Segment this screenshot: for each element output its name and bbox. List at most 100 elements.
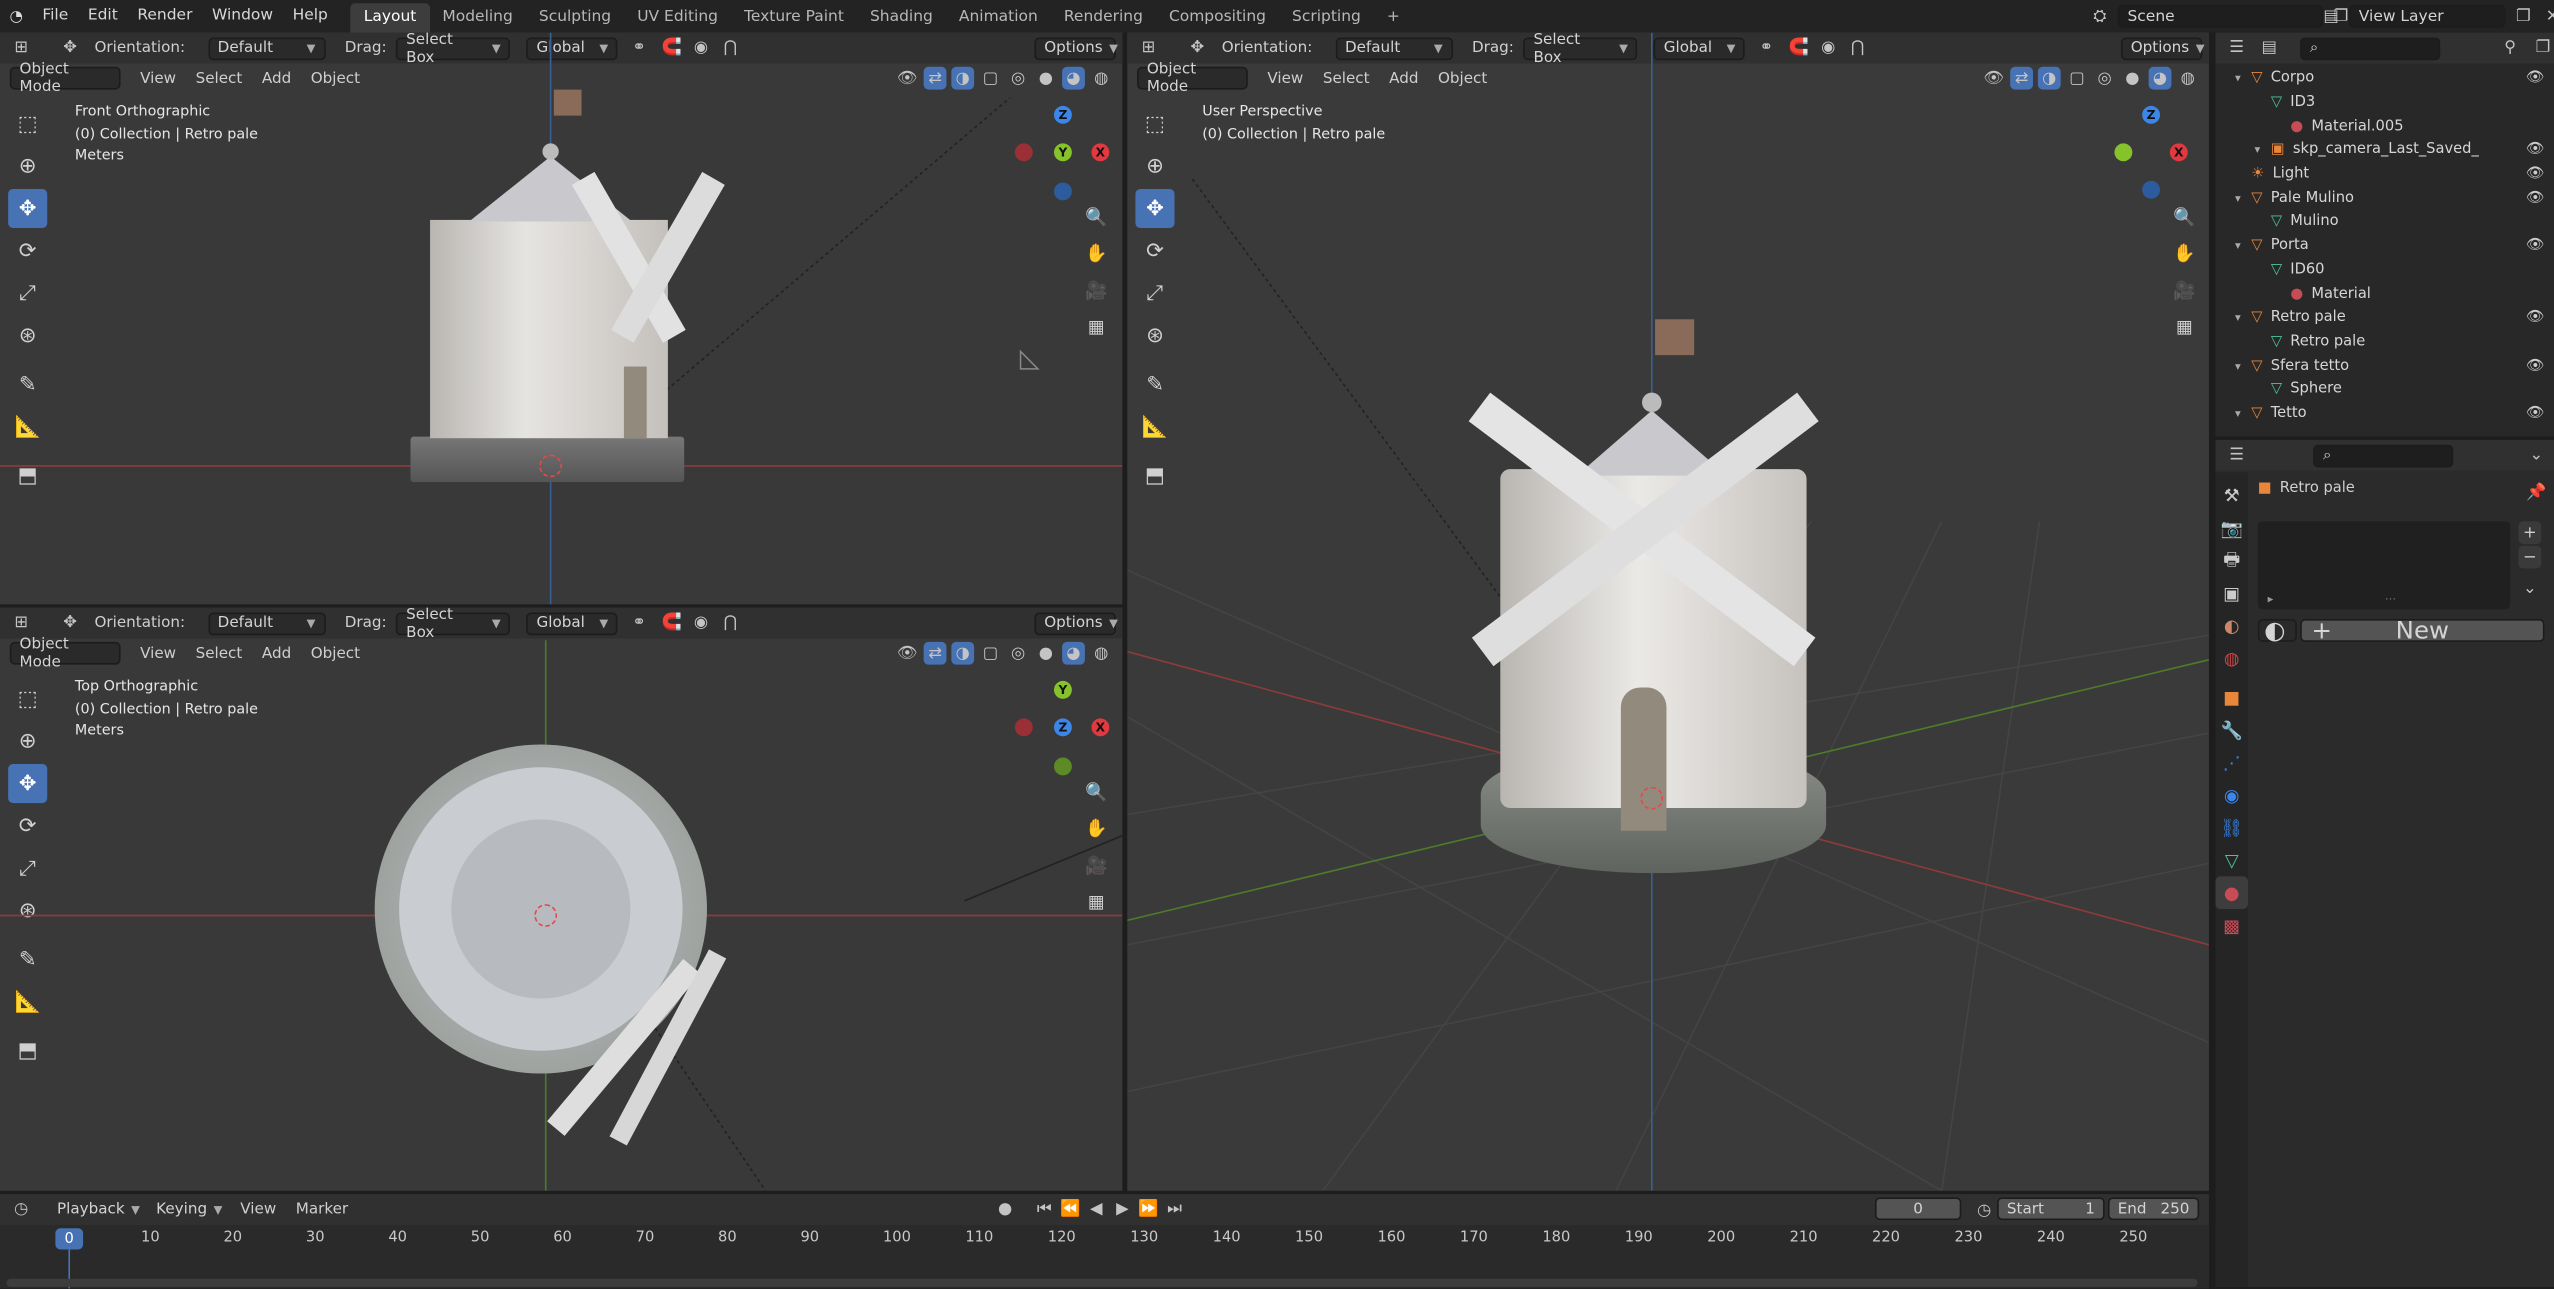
record-icon[interactable]: ● [994,1197,1017,1220]
zoom-icon[interactable]: 🔍 [2170,202,2199,231]
scene-tab-icon[interactable]: ◐ [2215,609,2248,642]
blender-logo-icon[interactable]: ◔ [0,0,33,33]
gizmo-neg-z-axis[interactable] [2142,180,2161,199]
start-frame-field[interactable]: Start 1 [1997,1197,2105,1221]
prev-keyframe-icon[interactable]: ⏪ [1059,1197,1082,1220]
outliner-row[interactable]: ▽ Sphere [2215,378,2554,402]
camera-view-icon[interactable]: 🎥 [2170,275,2199,304]
add-slot-button[interactable]: + [2518,521,2542,545]
viewport-top[interactable]: ⊞ ✥ Orientation: Default ▼ Drag: Select B… [0,607,1123,1191]
visibility-eye-icon[interactable]: 👁 [2526,358,2545,374]
outliner-row[interactable]: ▾ ▽ Porta 👁 [2215,234,2554,258]
expand-toggle-icon[interactable]: ▾ [2235,359,2251,372]
chevron-down-icon[interactable]: ⌄ [2525,444,2548,467]
gizmo-x-axis[interactable]: X [1091,718,1110,737]
gizmo-y-axis[interactable]: Y [1053,143,1072,162]
expand-icon[interactable]: ▸ [2268,593,2274,606]
display-mode-icon[interactable]: ▤ [2258,37,2281,60]
viewport-perspective[interactable]: ⊞ ✥ Orientation: Default ▼ Drag: Select B… [1127,32,2209,1191]
expand-toggle-icon[interactable]: ▾ [2235,240,2251,253]
visibility-eye-icon[interactable]: 👁 [2526,142,2545,158]
outliner-row[interactable]: ▾ ▽ Pale Mulino 👁 [2215,186,2554,210]
outliner-row[interactable]: ▽ ID3 [2215,91,2554,115]
visibility-eye-icon[interactable]: 👁 [2526,166,2545,182]
jump-end-icon[interactable]: ⏭ [1163,1197,1186,1220]
data-tab-icon[interactable]: ▽ [2215,844,2248,877]
editor-type-icon[interactable]: ☰ [2225,444,2248,467]
viewport-front[interactable]: ⊞ ✥ Orientation: Default ▼ Drag: Select B… [0,32,1123,605]
playback-menu[interactable]: Playback ▼ [49,1198,148,1221]
gizmo-z-axis[interactable]: Z [2142,105,2161,124]
gizmo-neg-z-axis[interactable] [1053,182,1072,201]
outliner-row[interactable]: ▾ ▽ Sfera tetto 👁 [2215,354,2554,378]
delete-view-layer-icon[interactable]: ✕ [2541,5,2554,28]
grid-toggle-icon[interactable]: ▦ [2170,311,2199,340]
gizmo-neg-x-axis[interactable] [1014,718,1033,737]
new-collection-icon[interactable]: ❐ [2531,37,2554,60]
editor-type-icon[interactable]: ◷ [10,1198,33,1221]
zoom-icon[interactable]: 🔍 [1082,777,1111,806]
menu-marker[interactable]: Marker [296,1201,348,1219]
modifier-tab-icon[interactable]: 🔧 [2215,714,2248,747]
play-icon[interactable]: ▶ [1111,1197,1134,1220]
visibility-eye-icon[interactable]: 👁 [2526,71,2545,87]
tab-layout[interactable]: Layout [350,3,430,33]
scene-field[interactable]: Scene [2117,4,2323,28]
tab-compositing[interactable]: Compositing [1156,3,1279,32]
menu-window[interactable]: Window [202,0,283,33]
world-tab-icon[interactable]: ◍ [2215,642,2248,675]
outliner-row[interactable]: ● Material.005 [2215,115,2554,139]
menu-help[interactable]: Help [283,0,338,33]
tab-uv-editing[interactable]: UV Editing [624,3,731,32]
zoom-icon[interactable]: 🔍 [1082,202,1111,231]
visibility-eye-icon[interactable]: 👁 [2526,406,2545,422]
expand-toggle-icon[interactable]: ▾ [2235,72,2251,85]
gizmo-z-axis[interactable]: Z [1053,718,1072,737]
menu-edit[interactable]: Edit [78,0,128,33]
expand-toggle-icon[interactable]: ▾ [2235,407,2251,420]
tab-rendering[interactable]: Rendering [1051,3,1156,32]
particles-tab-icon[interactable]: ⋰ [2215,746,2248,779]
menu-render[interactable]: Render [128,0,203,33]
texture-tab-icon[interactable]: ▩ [2215,909,2248,942]
browse-material-dropdown[interactable]: ◐ [2257,616,2297,645]
visibility-eye-icon[interactable]: 👁 [2526,310,2545,326]
gizmo-neg-y-axis[interactable] [1053,757,1072,776]
material-tab-icon[interactable]: ● [2215,876,2249,909]
expand-toggle-icon[interactable]: ▾ [2235,311,2251,324]
timeline-track[interactable]: 10 20 30 40 50 60 70 80 90 100 110 120 130 140 150 160 1… [0,1225,2209,1289]
new-view-layer-icon[interactable]: ❐ [2512,5,2535,28]
outliner-row[interactable]: ▽ Mulino [2215,210,2554,234]
next-keyframe-icon[interactable]: ⏩ [1137,1197,1160,1220]
keying-menu[interactable]: Keying ▼ [148,1198,230,1221]
tab-sculpting[interactable]: Sculpting [526,3,624,32]
outliner-row[interactable]: ▾ ▽ Corpo 👁 [2215,67,2554,91]
editor-type-icon[interactable]: ☰ [2225,37,2248,60]
outliner-row[interactable]: ▽ ID60 [2215,258,2554,282]
pan-hand-icon[interactable]: ✋ [1082,238,1111,267]
visibility-eye-icon[interactable]: 👁 [2526,190,2545,206]
outliner-row[interactable]: ▾ ▣ skp_camera_Last_Saved_ 👁 [2215,139,2554,163]
outliner-row[interactable]: ▾ ▽ Tetto 👁 [2215,402,2554,426]
pan-hand-icon[interactable]: ✋ [1082,813,1111,842]
tab-modeling[interactable]: Modeling [429,3,525,32]
tab-animation[interactable]: Animation [946,3,1051,32]
add-workspace-button[interactable]: + [1374,3,1413,32]
tab-shading[interactable]: Shading [857,3,946,32]
outliner-row[interactable]: ● Material [2215,282,2554,306]
camera-view-icon[interactable]: 🎥 [1082,275,1111,304]
grid-toggle-icon[interactable]: ▦ [1082,311,1111,340]
outliner-search[interactable]: ⌕ [2300,36,2441,60]
tool-tab-icon[interactable]: ⚒ [2215,479,2248,512]
pan-hand-icon[interactable]: ✋ [2170,238,2199,267]
end-frame-field[interactable]: End 250 [2107,1197,2200,1221]
gizmo-x-axis[interactable]: X [1091,143,1110,162]
tab-scripting[interactable]: Scripting [1279,3,1374,32]
gizmo-y-axis[interactable]: Y [1053,680,1072,699]
slot-specials-icon[interactable]: ⌄ [2518,577,2541,600]
menu-file[interactable]: File [33,0,78,33]
expand-toggle-icon[interactable]: ▾ [2235,192,2251,205]
expand-toggle-icon[interactable]: ▾ [2255,144,2271,157]
timeline-scrollbar[interactable] [6,1278,2198,1287]
playhead[interactable]: 0 [55,1228,84,1250]
